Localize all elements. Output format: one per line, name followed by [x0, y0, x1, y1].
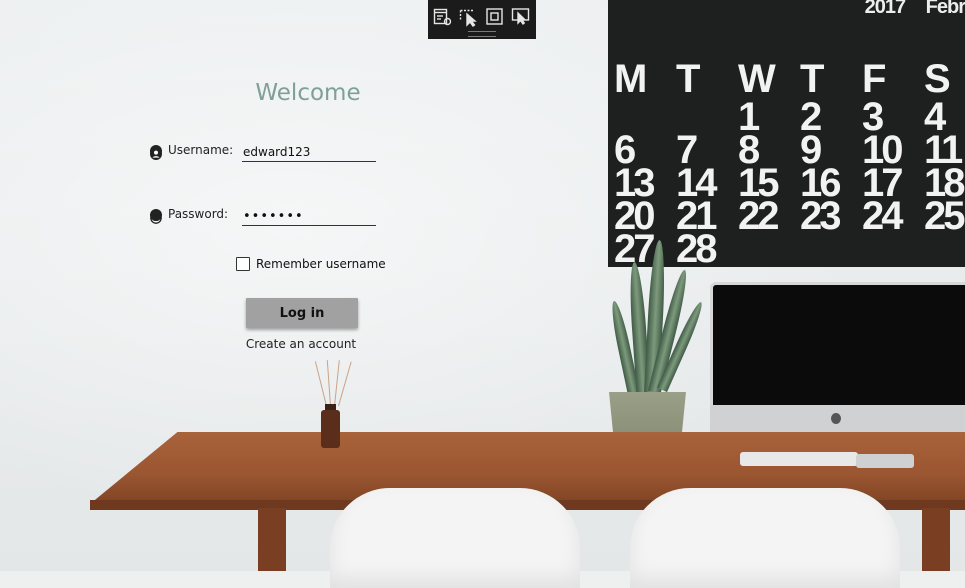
calendar-day-name: M — [614, 57, 647, 101]
remember-label[interactable]: Remember username — [256, 257, 386, 271]
calendar-header: 2017 Febr — [849, 0, 965, 19]
password-label: Password: — [168, 207, 229, 221]
capture-toolbar — [428, 0, 536, 39]
password-input[interactable] — [242, 208, 376, 226]
apple-logo — [831, 413, 841, 424]
calendar-month: Febr — [925, 0, 965, 18]
calendar-date: 22 — [738, 194, 780, 238]
username-label: Username: — [168, 143, 234, 157]
calendar-day-name: S — [924, 57, 951, 101]
calendar-day-name: F — [862, 57, 886, 101]
remember-checkbox[interactable] — [236, 257, 250, 271]
calendar-day-name: T — [676, 57, 700, 101]
chair — [630, 488, 900, 588]
window-settings-icon[interactable] — [433, 7, 453, 27]
desk-leg — [258, 508, 286, 571]
calendar-date: 23 — [800, 194, 842, 238]
create-account-link[interactable]: Create an account — [238, 337, 364, 351]
lock-reset-icon — [150, 209, 162, 224]
calendar-date: 24 — [862, 194, 904, 238]
diffuser-bottle — [321, 410, 340, 448]
chair — [330, 488, 580, 588]
login-button[interactable]: Log in — [246, 298, 358, 328]
calendar-date: 27 — [614, 227, 656, 267]
calendar-date: 25 — [924, 194, 965, 238]
calendar-year: 2017 — [864, 0, 906, 18]
username-input[interactable] — [242, 144, 376, 162]
calendar-day-name: W — [738, 57, 776, 101]
desk-leg — [922, 508, 950, 571]
welcome-title: Welcome — [255, 80, 361, 106]
screen-pointer-icon[interactable] — [511, 7, 531, 27]
frame-icon[interactable] — [485, 7, 505, 27]
select-pointer-icon[interactable] — [459, 7, 479, 27]
calendar-day-name: T — [800, 57, 824, 101]
calendar-date: 28 — [676, 227, 718, 267]
user-icon — [150, 145, 162, 160]
trackpad — [856, 454, 914, 468]
keyboard — [740, 452, 858, 466]
wall-calendar: 2017 Febr M T W T F S 1 2 3 4 6 7 8 9 10 11 13 14 15 16 17 18… — [608, 0, 965, 267]
toolbar-grip[interactable] — [468, 31, 496, 37]
